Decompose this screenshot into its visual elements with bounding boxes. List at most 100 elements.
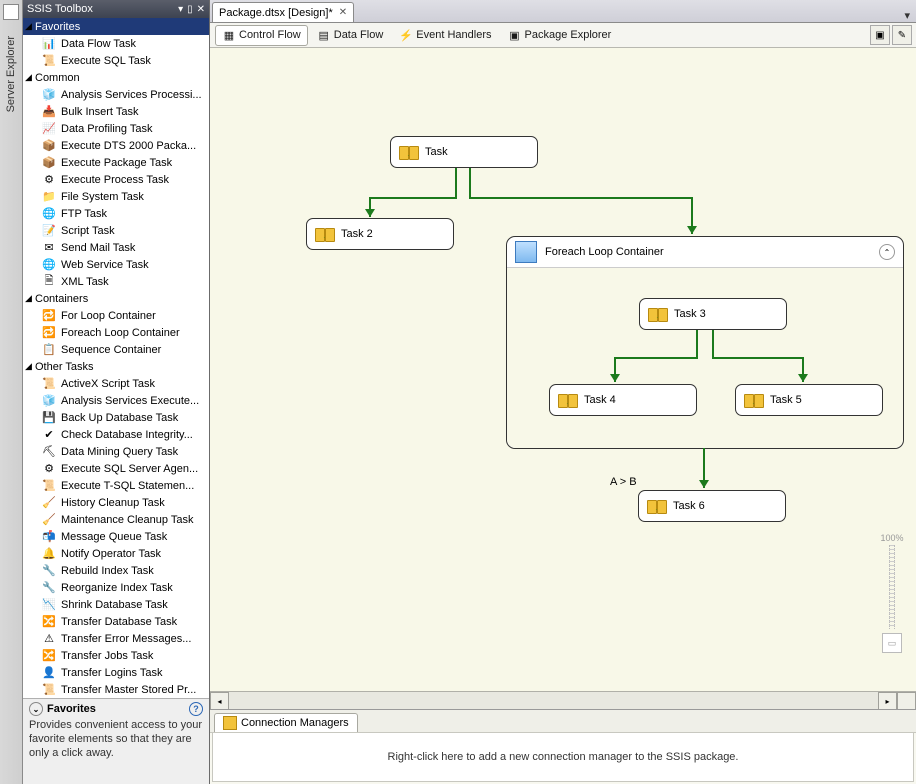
toolbox-tree[interactable]: ◢Favorites📊Data Flow Task📜Execute SQL Ta… — [23, 18, 209, 698]
info-help-icon[interactable]: ? — [189, 702, 203, 716]
toolbox-close-icon[interactable]: ✕ — [197, 4, 205, 15]
toolbox-item[interactable]: 📊Data Flow Task — [23, 35, 209, 52]
scroll-right-button[interactable]: ▸ — [878, 692, 897, 710]
toolbox-item[interactable]: 📉Shrink Database Task — [23, 596, 209, 613]
connection-hint: Right-click here to add a new connection… — [388, 751, 739, 763]
task-node-task6[interactable]: → Task 6 — [638, 490, 786, 522]
toolbox-item[interactable]: 🗎XML Task — [23, 273, 209, 290]
foreach-collapse-icon[interactable]: ⌃ — [879, 244, 895, 260]
toolbox-item[interactable]: 💾Back Up Database Task — [23, 409, 209, 426]
document-tab-active[interactable]: Package.dtsx [Design]* ✕ — [212, 2, 354, 22]
task-icon: → — [315, 226, 335, 242]
toolbox-item[interactable]: 📦Execute Package Task — [23, 154, 209, 171]
toolbox-header: SSIS Toolbox ▾ ▯ ✕ — [23, 0, 209, 18]
toolbox-item-label: Foreach Loop Container — [61, 327, 180, 339]
toolbox-item-label: FTP Task — [61, 208, 107, 220]
toolbox-item[interactable]: 📦Execute DTS 2000 Packa... — [23, 137, 209, 154]
toolbox-item[interactable]: 🧊Analysis Services Processi... — [23, 86, 209, 103]
toolbox-item[interactable]: 🔧Rebuild Index Task — [23, 562, 209, 579]
toolbox-item-icon: ⚠ — [41, 632, 57, 646]
canvas-hscrollbar[interactable]: ◂ ▸ — [210, 691, 916, 709]
foreach-container[interactable]: Foreach Loop Container ⌃ — [506, 236, 904, 449]
toolbox-category[interactable]: ◢Common — [23, 69, 209, 86]
toolbox-item[interactable]: ⚙Execute SQL Server Agen... — [23, 460, 209, 477]
toolbox-item[interactable]: 📋Sequence Container — [23, 341, 209, 358]
toolbox-item[interactable]: 🔁Foreach Loop Container — [23, 324, 209, 341]
toolbox-item[interactable]: 🔁For Loop Container — [23, 307, 209, 324]
designer-tab[interactable]: ⚡Event Handlers — [392, 25, 498, 46]
toolbox-dropdown-icon[interactable]: ▾ — [178, 4, 183, 15]
toolbox-item[interactable]: 📈Data Profiling Task — [23, 120, 209, 137]
zoom-slider[interactable] — [889, 545, 895, 629]
toolbox-item[interactable]: 🧹History Cleanup Task — [23, 494, 209, 511]
server-explorer-icon[interactable] — [3, 4, 19, 20]
toolbox-item[interactable]: 🧊Analysis Services Execute... — [23, 392, 209, 409]
task-node-task4[interactable]: → Task 4 — [549, 384, 697, 416]
task-label: Task 6 — [673, 500, 705, 512]
toolbox-item[interactable]: ✔ Check Database Integrity... — [23, 426, 209, 443]
designer-tab[interactable]: ▤Data Flow — [310, 25, 391, 46]
server-explorer-tab[interactable]: Server Explorer — [3, 30, 19, 118]
toolbox-item-icon: 🌐 — [41, 207, 57, 221]
toolbox-item-label: Sequence Container — [61, 344, 161, 356]
scroll-left-button[interactable]: ◂ — [210, 692, 229, 710]
toolbox-item[interactable]: ⚠Transfer Error Messages... — [23, 630, 209, 647]
ssis-toolbox-pane: SSIS Toolbox ▾ ▯ ✕ ◢Favorites📊Data Flow … — [23, 0, 210, 784]
toolbox-toggle-button[interactable]: ✎ — [892, 25, 912, 45]
toolbox-item[interactable]: 🔀Transfer Jobs Task — [23, 647, 209, 664]
toolbox-pin-icon[interactable]: ▯ — [187, 4, 193, 15]
toolbox-item-icon: 🧹 — [41, 513, 57, 527]
design-canvas[interactable]: → Task → Task 2 Foreach Loop Container ⌃ — [210, 48, 916, 691]
toolbox-item[interactable]: 📜ActiveX Script Task — [23, 375, 209, 392]
document-tab-close-icon[interactable]: ✕ — [339, 7, 347, 18]
designer-tab[interactable]: ▣Package Explorer — [501, 25, 619, 46]
toolbox-item[interactable]: 🌐Web Service Task — [23, 256, 209, 273]
toolbox-item[interactable]: 📬Message Queue Task — [23, 528, 209, 545]
foreach-body[interactable]: → Task 3 → Task 4 → Task 5 — [507, 268, 903, 448]
toolbox-category[interactable]: ◢Favorites — [23, 18, 209, 35]
connection-managers-tab[interactable]: Connection Managers — [214, 713, 358, 732]
toolbox-item-label: Web Service Task — [61, 259, 149, 271]
designer-tab-icon: ⚡ — [399, 28, 413, 42]
task-node-task2[interactable]: → Task 2 — [306, 218, 454, 250]
toolbox-item[interactable]: 🔔Notify Operator Task — [23, 545, 209, 562]
task-node-task5[interactable]: → Task 5 — [735, 384, 883, 416]
toolbox-item-label: Data Mining Query Task — [61, 446, 178, 458]
toolbox-item[interactable]: 📜Execute SQL Task — [23, 52, 209, 69]
toolbox-item[interactable]: 📜Execute T-SQL Statemen... — [23, 477, 209, 494]
toolbox-item[interactable]: 📥Bulk Insert Task — [23, 103, 209, 120]
zoom-fit-button[interactable]: ▭ — [882, 633, 902, 653]
connection-managers-body[interactable]: Right-click here to add a new connection… — [212, 733, 914, 782]
toolbox-item-icon: ✔ — [41, 428, 57, 442]
toolbox-item-label: History Cleanup Task — [61, 497, 165, 509]
task-node-task3[interactable]: → Task 3 — [639, 298, 787, 330]
info-collapse-icon[interactable]: ⌄ — [29, 702, 43, 716]
toolbox-item[interactable]: 📜Transfer Master Stored Pr... — [23, 681, 209, 698]
toolbox-item[interactable]: ⚙Execute Process Task — [23, 171, 209, 188]
designer-tab[interactable]: ▦Control Flow — [215, 25, 308, 46]
info-title: Favorites — [47, 703, 96, 715]
designer-tab-bar: ▦Control Flow▤Data Flow⚡Event Handlers▣P… — [210, 23, 916, 48]
document-tab-bar: Package.dtsx [Design]* ✕ ▾ — [210, 0, 916, 23]
toolbox-item[interactable]: 📁File System Task — [23, 188, 209, 205]
toolbox-item[interactable]: 🔧Reorganize Index Task — [23, 579, 209, 596]
toolbox-item[interactable]: ⛏Data Mining Query Task — [23, 443, 209, 460]
toolbox-item[interactable]: 📝Script Task — [23, 222, 209, 239]
toolbox-item[interactable]: 👤Transfer Logins Task — [23, 664, 209, 681]
toolbox-item-label: Script Task — [61, 225, 115, 237]
connection-tab-label: Connection Managers — [241, 717, 349, 729]
toolbox-item-label: File System Task — [61, 191, 144, 203]
toolbox-category[interactable]: ◢Containers — [23, 290, 209, 307]
toolbox-item-label: Check Database Integrity... — [61, 429, 193, 441]
document-tab-overflow-icon[interactable]: ▾ — [904, 9, 910, 22]
toolbox-item-label: XML Task — [61, 276, 109, 288]
task-label: Task 2 — [341, 228, 373, 240]
foreach-header[interactable]: Foreach Loop Container ⌃ — [507, 237, 903, 268]
task-node-task[interactable]: → Task — [390, 136, 538, 168]
toolbox-item[interactable]: 🌐 FTP Task — [23, 205, 209, 222]
toolbox-item[interactable]: 🧹Maintenance Cleanup Task — [23, 511, 209, 528]
toolbox-item[interactable]: ✉Send Mail Task — [23, 239, 209, 256]
toolbox-category[interactable]: ◢Other Tasks — [23, 358, 209, 375]
variables-button[interactable]: ▣ — [870, 25, 890, 45]
toolbox-item[interactable]: 🔀Transfer Database Task — [23, 613, 209, 630]
